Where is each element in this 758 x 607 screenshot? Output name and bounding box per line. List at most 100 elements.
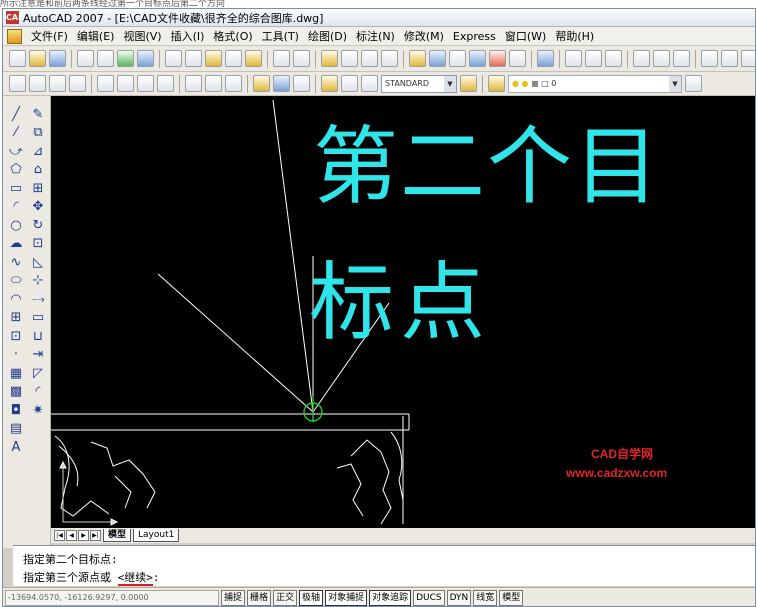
last-tab-icon[interactable]: ▶| xyxy=(90,530,101,541)
menu-draw[interactable]: 绘图(D) xyxy=(308,28,347,44)
dim-linear-icon[interactable] xyxy=(565,50,582,67)
first-tab-icon[interactable]: |◀ xyxy=(54,530,65,541)
layer-manager-icon[interactable] xyxy=(488,75,505,92)
table-style-icon[interactable] xyxy=(341,75,358,92)
print-icon[interactable] xyxy=(77,50,94,67)
move-icon[interactable]: ✥ xyxy=(30,200,46,214)
table-icon[interactable]: ▤ xyxy=(8,422,24,436)
command-window[interactable]: 指定第二个目标点: 指定第三个源点或 <继续>: xyxy=(13,545,755,586)
mirror-icon[interactable]: ⊿ xyxy=(30,145,46,159)
save-icon[interactable] xyxy=(49,50,66,67)
dim-continue-icon[interactable] xyxy=(9,75,26,92)
command-option-continue[interactable]: <继续> xyxy=(117,571,153,586)
copy-object-icon[interactable]: ⧉ xyxy=(30,126,46,140)
copy-icon[interactable] xyxy=(185,50,202,67)
zoom-window-icon[interactable] xyxy=(361,50,378,67)
target-icon[interactable] xyxy=(293,75,310,92)
ortho-toggle[interactable]: 正交 xyxy=(273,590,298,606)
menu-dimension[interactable]: 标注(N) xyxy=(356,28,395,44)
otrack-toggle[interactable]: 对象追踪 xyxy=(369,590,412,606)
grid-toggle[interactable]: 栅格 xyxy=(247,590,272,606)
circle-icon[interactable]: ○ xyxy=(8,219,24,233)
dim-arc-icon[interactable] xyxy=(605,50,622,67)
help-icon[interactable] xyxy=(537,50,554,67)
override-icon[interactable] xyxy=(273,75,290,92)
menu-help[interactable]: 帮助(H) xyxy=(555,28,594,44)
layer-previous-icon[interactable] xyxy=(685,75,702,92)
menu-file[interactable]: 文件(F) xyxy=(31,28,68,44)
multiline-text-icon[interactable]: A xyxy=(8,441,24,455)
insert-block-icon[interactable]: ⊞ xyxy=(8,311,24,325)
dyn-toggle[interactable]: DYN xyxy=(446,590,472,606)
chamfer-icon[interactable]: ◸ xyxy=(30,367,46,381)
center-mark-icon[interactable] xyxy=(97,75,114,92)
ducs-toggle[interactable]: DUCS xyxy=(413,590,445,606)
dim-jog-icon[interactable] xyxy=(117,75,134,92)
tab-model[interactable]: 模型 xyxy=(103,529,132,542)
zoom-realtime-icon[interactable] xyxy=(341,50,358,67)
print-preview-icon[interactable] xyxy=(97,50,114,67)
sheet-set-icon[interactable] xyxy=(469,50,486,67)
quick-leader-icon[interactable] xyxy=(29,75,46,92)
coordinate-readout[interactable]: -13694.0570, -16126.9297, 0.0000 xyxy=(5,590,219,606)
prev-tab-icon[interactable]: ◀ xyxy=(66,530,77,541)
break-icon[interactable]: ⊔ xyxy=(30,330,46,344)
arc-icon[interactable]: ◜ xyxy=(8,200,24,214)
dim-aligned-icon[interactable] xyxy=(585,50,602,67)
dim-ordinate-icon[interactable] xyxy=(633,50,650,67)
rectangle-icon[interactable]: ▭ xyxy=(8,182,24,196)
hatch-icon[interactable]: ▦ xyxy=(8,367,24,381)
spline-icon[interactable]: ∿ xyxy=(8,256,24,270)
menu-window[interactable]: 窗口(W) xyxy=(505,28,546,44)
chevron-down-icon[interactable]: ▼ xyxy=(444,75,456,92)
next-tab-icon[interactable]: ▶ xyxy=(78,530,89,541)
dim-jogged-icon[interactable] xyxy=(673,50,690,67)
revision-cloud-icon[interactable]: ☁ xyxy=(8,237,24,251)
trim-icon[interactable]: ⊹ xyxy=(30,274,46,288)
polyline-icon[interactable]: ⤻ xyxy=(8,145,24,159)
publish-icon[interactable] xyxy=(117,50,134,67)
make-block-icon[interactable]: ⊡ xyxy=(8,330,24,344)
menu-view[interactable]: 视图(V) xyxy=(123,28,161,44)
menu-express[interactable]: Express xyxy=(453,30,496,43)
polar-toggle[interactable]: 极轴 xyxy=(299,590,324,606)
polygon-icon[interactable]: ⬠ xyxy=(8,163,24,177)
erase-icon[interactable]: ✎ xyxy=(30,108,46,122)
extend-icon[interactable]: ⤍ xyxy=(30,293,46,307)
snap-toggle[interactable]: 捕捉 xyxy=(221,590,246,606)
model-space-toggle[interactable]: 模型 xyxy=(499,590,524,606)
dim-text-edit-icon[interactable] xyxy=(205,75,222,92)
ellipse-arc-icon[interactable]: ◠ xyxy=(8,293,24,307)
inspection-icon[interactable] xyxy=(157,75,174,92)
markup-icon[interactable] xyxy=(489,50,506,67)
gradient-icon[interactable]: ▩ xyxy=(8,385,24,399)
paste-icon[interactable] xyxy=(205,50,222,67)
menu-edit[interactable]: 编辑(E) xyxy=(77,28,115,44)
zoom-previous-icon[interactable] xyxy=(381,50,398,67)
dim-update-icon[interactable] xyxy=(225,75,242,92)
break-at-point-icon[interactable]: ▭ xyxy=(30,311,46,325)
redo-icon[interactable] xyxy=(293,50,310,67)
undo-icon[interactable] xyxy=(273,50,290,67)
ellipse-icon[interactable]: ⬭ xyxy=(8,274,24,288)
menu-format[interactable]: 格式(O) xyxy=(213,28,252,44)
construction-line-icon[interactable]: ⁄ xyxy=(8,126,24,140)
dim-style-icon[interactable] xyxy=(253,75,270,92)
line-icon[interactable]: ╱ xyxy=(8,108,24,122)
menu-tools[interactable]: 工具(T) xyxy=(262,28,299,44)
document-menu-icon[interactable] xyxy=(7,28,22,44)
tolerance-icon[interactable] xyxy=(69,75,86,92)
scale-icon[interactable]: ⊡ xyxy=(30,237,46,251)
fillet-icon[interactable]: ◜ xyxy=(30,385,46,399)
dim-diameter-icon[interactable] xyxy=(701,50,718,67)
block-editor-icon[interactable] xyxy=(245,50,262,67)
osnap-toggle[interactable]: 对象捕捉 xyxy=(325,590,368,606)
menu-insert[interactable]: 插入(I) xyxy=(171,28,205,44)
offset-icon[interactable]: ⌂ xyxy=(30,163,46,177)
cut-icon[interactable] xyxy=(165,50,182,67)
lineweight-toggle[interactable]: 线宽 xyxy=(473,590,498,606)
rotate-icon[interactable]: ↻ xyxy=(30,219,46,233)
new-file-icon[interactable] xyxy=(9,50,26,67)
properties-icon[interactable] xyxy=(409,50,426,67)
chevron-down-icon[interactable]: ▼ xyxy=(669,75,681,92)
